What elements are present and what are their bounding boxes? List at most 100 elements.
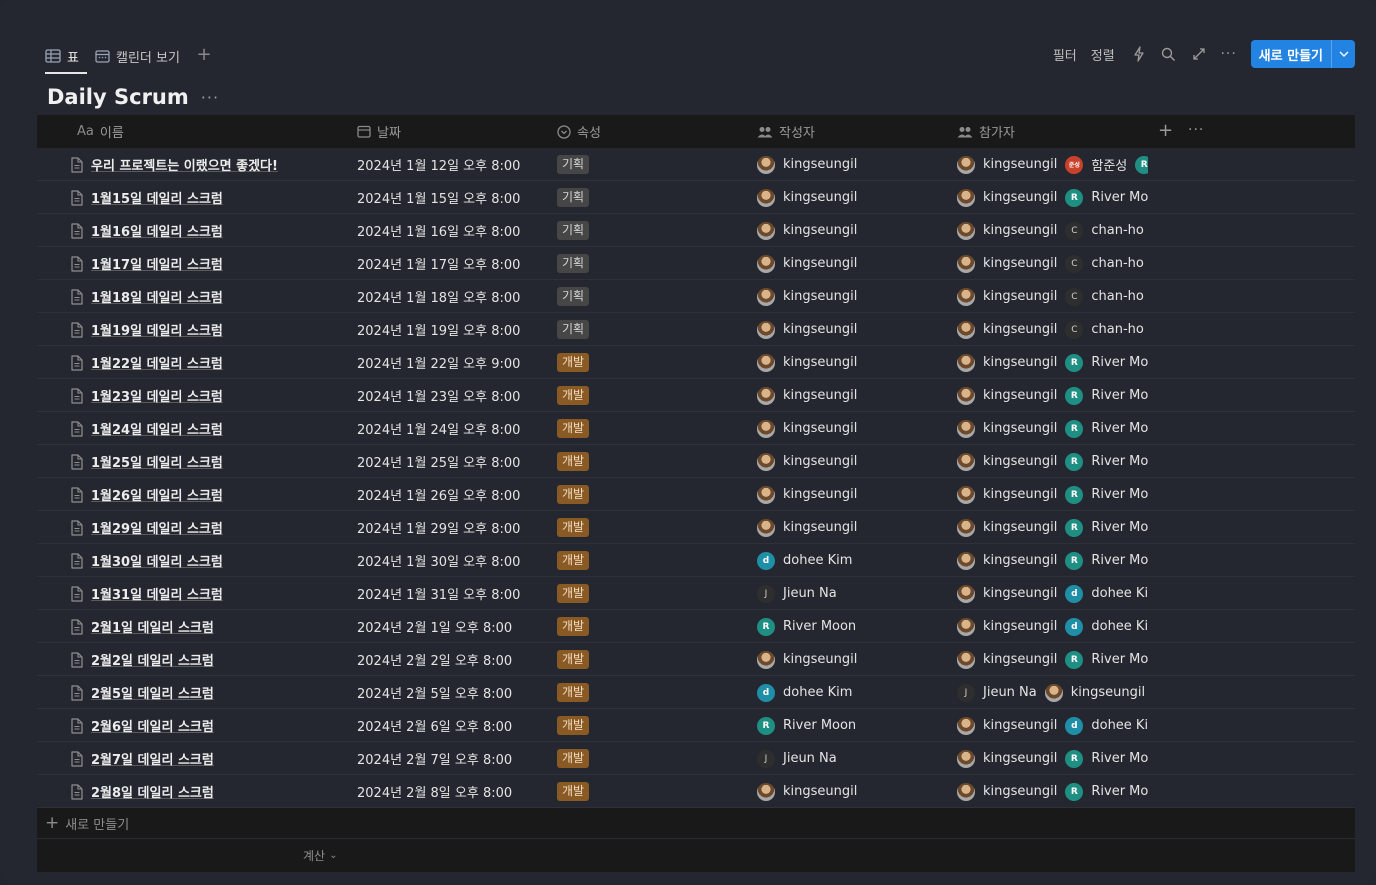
tab-table[interactable]: 표 xyxy=(45,38,87,74)
person-chip[interactable]: kingseungil xyxy=(957,716,1057,735)
table-row[interactable]: 1월16일 데일리 스크럼 2024년 1월 16일 오후 8:00 기획 ki… xyxy=(37,214,1355,247)
column-header-participants[interactable]: 참가자 xyxy=(957,115,1015,148)
date-cell[interactable]: 2024년 1월 18일 오후 8:00 xyxy=(357,280,552,313)
name-cell[interactable]: 1월31일 데일리 스크럼 xyxy=(70,577,380,610)
name-cell[interactable]: 1월15일 데일리 스크럼 xyxy=(70,181,380,214)
property-cell[interactable]: 개발 xyxy=(557,412,752,445)
name-cell[interactable]: 1월25일 데일리 스크럼 xyxy=(70,445,380,478)
table-row[interactable]: 우리 프로젝트는 이랬으면 좋겠다! 2024년 1월 12일 오후 8:00 … xyxy=(37,148,1355,181)
person-chip[interactable]: R xyxy=(1135,155,1148,174)
table-row[interactable]: 1월23일 데일리 스크럼 2024년 1월 23일 오후 8:00 개발 ki… xyxy=(37,379,1355,412)
date-cell[interactable]: 2024년 2월 1일 오후 8:00 xyxy=(357,610,552,643)
person-chip[interactable]: Cchan-ho xyxy=(1065,287,1144,306)
participants-cell[interactable]: kingseungilCchan-hoR xyxy=(957,280,1148,313)
property-cell[interactable]: 개발 xyxy=(557,643,752,676)
table-row[interactable]: 2월8일 데일리 스크럼 2024년 2월 8일 오후 8:00 개발 king… xyxy=(37,775,1355,808)
date-cell[interactable]: 2024년 2월 2일 오후 8:00 xyxy=(357,643,552,676)
participants-cell[interactable]: kingseungil R River Moon xyxy=(957,511,1148,544)
date-cell[interactable]: 2024년 1월 24일 오후 8:00 xyxy=(357,412,552,445)
participants-cell[interactable]: kingseungil R River Moon xyxy=(957,445,1148,478)
person-chip[interactable]: kingseungil xyxy=(957,287,1057,306)
row-title[interactable]: 1월16일 데일리 스크럼 xyxy=(91,221,223,240)
author-cell[interactable]: d dohee Kim xyxy=(757,676,952,709)
person-chip[interactable]: R River Moon xyxy=(1065,386,1148,405)
author-cell[interactable]: kingseungil xyxy=(757,478,952,511)
person-chip[interactable]: R River Moon xyxy=(1065,749,1148,768)
date-cell[interactable]: 2024년 1월 25일 오후 8:00 xyxy=(357,445,552,478)
author-cell[interactable]: kingseungil xyxy=(757,148,952,181)
property-cell[interactable]: 개발 xyxy=(557,379,752,412)
row-title[interactable]: 1월24일 데일리 스크럼 xyxy=(91,419,223,438)
table-row[interactable]: 2월1일 데일리 스크럼 2024년 2월 1일 오후 8:00 개발 R Riv… xyxy=(37,610,1355,643)
author-cell[interactable]: kingseungil xyxy=(757,247,952,280)
person-chip[interactable]: kingseungil xyxy=(757,650,857,669)
person-chip[interactable]: kingseungil xyxy=(957,551,1057,570)
date-cell[interactable]: 2024년 1월 23일 오후 8:00 xyxy=(357,379,552,412)
author-cell[interactable]: kingseungil xyxy=(757,214,952,247)
person-chip[interactable]: kingseungil xyxy=(757,353,857,372)
author-cell[interactable]: kingseungil xyxy=(757,280,952,313)
filter-button[interactable]: 필터 xyxy=(1053,45,1077,64)
person-chip[interactable]: kingseungil xyxy=(757,782,857,801)
person-chip[interactable]: R River Moon xyxy=(1065,419,1148,438)
participants-cell[interactable]: kingseungil R River Moon xyxy=(957,544,1148,577)
tab-calendar[interactable]: 캘린더 보기 xyxy=(95,38,180,74)
row-title[interactable]: 2월8일 데일리 스크럼 xyxy=(91,782,214,801)
person-chip[interactable]: kingseungil xyxy=(757,188,857,207)
participants-cell[interactable]: kingseungilCchan-hoR xyxy=(957,247,1148,280)
row-title[interactable]: 1월15일 데일리 스크럼 xyxy=(91,188,223,207)
table-row[interactable]: 2월5일 데일리 스크럼 2024년 2월 5일 오후 8:00 개발 d doh… xyxy=(37,676,1355,709)
person-chip[interactable]: d dohee Kim xyxy=(1065,617,1148,636)
column-header-date[interactable]: 날짜 xyxy=(357,115,401,148)
person-chip[interactable]: kingseungil xyxy=(757,287,857,306)
column-header-property[interactable]: 속성 xyxy=(557,115,601,148)
person-chip[interactable]: kingseungil xyxy=(757,254,857,273)
table-row[interactable]: 1월26일 데일리 스크럼 2024년 1월 26일 오후 8:00 개발 ki… xyxy=(37,478,1355,511)
name-cell[interactable]: 1월24일 데일리 스크럼 xyxy=(70,412,380,445)
participants-cell[interactable]: kingseungil d dohee Kim xyxy=(957,709,1148,742)
author-cell[interactable]: R River Moon xyxy=(757,610,952,643)
table-row[interactable]: 1월19일 데일리 스크럼 2024년 1월 19일 오후 8:00 기획 ki… xyxy=(37,313,1355,346)
person-chip[interactable]: d dohee Kim xyxy=(757,683,852,702)
automation-lightning-icon[interactable] xyxy=(1129,44,1149,64)
table-row[interactable]: 1월25일 데일리 스크럼 2024년 1월 25일 오후 8:00 개발 ki… xyxy=(37,445,1355,478)
person-chip[interactable]: kingseungil xyxy=(957,485,1057,504)
person-chip[interactable]: kingseungil xyxy=(757,221,857,240)
row-title[interactable]: 2월5일 데일리 스크럼 xyxy=(91,683,214,702)
date-cell[interactable]: 2024년 1월 16일 오후 8:00 xyxy=(357,214,552,247)
row-title[interactable]: 1월19일 데일리 스크럼 xyxy=(91,320,223,339)
property-cell[interactable]: 기획 xyxy=(557,181,752,214)
date-cell[interactable]: 2024년 1월 29일 오후 8:00 xyxy=(357,511,552,544)
person-chip[interactable]: Cchan-ho xyxy=(1065,320,1144,339)
property-cell[interactable]: 개발 xyxy=(557,610,752,643)
person-chip[interactable]: kingseungil xyxy=(957,584,1057,603)
title-more-icon[interactable]: ··· xyxy=(201,88,219,107)
table-row[interactable]: 1월17일 데일리 스크럼 2024년 1월 17일 오후 8:00 기획 ki… xyxy=(37,247,1355,280)
property-cell[interactable]: 개발 xyxy=(557,478,752,511)
person-chip[interactable]: J Jieun Na xyxy=(757,749,837,768)
name-cell[interactable]: 우리 프로젝트는 이랬으면 좋겠다! xyxy=(70,148,380,181)
person-chip[interactable]: kingseungil xyxy=(957,419,1057,438)
person-chip[interactable]: J Jieun Na xyxy=(957,683,1037,702)
person-chip[interactable]: Cchan-ho xyxy=(1065,221,1144,240)
table-row[interactable]: 1월15일 데일리 스크럼 2024년 1월 15일 오후 8:00 기획 ki… xyxy=(37,181,1355,214)
date-cell[interactable]: 2024년 1월 31일 오후 8:00 xyxy=(357,577,552,610)
person-chip[interactable]: kingseungil xyxy=(757,155,857,174)
name-cell[interactable]: 1월29일 데일리 스크럼 xyxy=(70,511,380,544)
participants-cell[interactable]: kingseungil R River Moon xyxy=(957,346,1148,379)
date-cell[interactable]: 2024년 2월 8일 오후 8:00 xyxy=(357,775,552,808)
participants-cell[interactable]: kingseungil d dohee Kim xyxy=(957,577,1148,610)
table-row[interactable]: 2월2일 데일리 스크럼 2024년 2월 2일 오후 8:00 개발 king… xyxy=(37,643,1355,676)
add-view-icon[interactable]: + xyxy=(195,46,213,64)
person-chip[interactable]: d dohee Kim xyxy=(757,551,852,570)
name-cell[interactable]: 2월2일 데일리 스크럼 xyxy=(70,643,380,676)
name-cell[interactable]: 1월19일 데일리 스크럼 xyxy=(70,313,380,346)
person-chip[interactable]: kingseungil xyxy=(957,353,1057,372)
property-cell[interactable]: 기획 xyxy=(557,214,752,247)
property-cell[interactable]: 개발 xyxy=(557,346,752,379)
person-chip[interactable]: J Jieun Na xyxy=(757,584,837,603)
date-cell[interactable]: 2024년 1월 12일 오후 8:00 xyxy=(357,148,552,181)
author-cell[interactable]: kingseungil xyxy=(757,181,952,214)
date-cell[interactable]: 2024년 1월 30일 오후 8:00 xyxy=(357,544,552,577)
person-chip[interactable]: kingseungil xyxy=(957,155,1057,174)
